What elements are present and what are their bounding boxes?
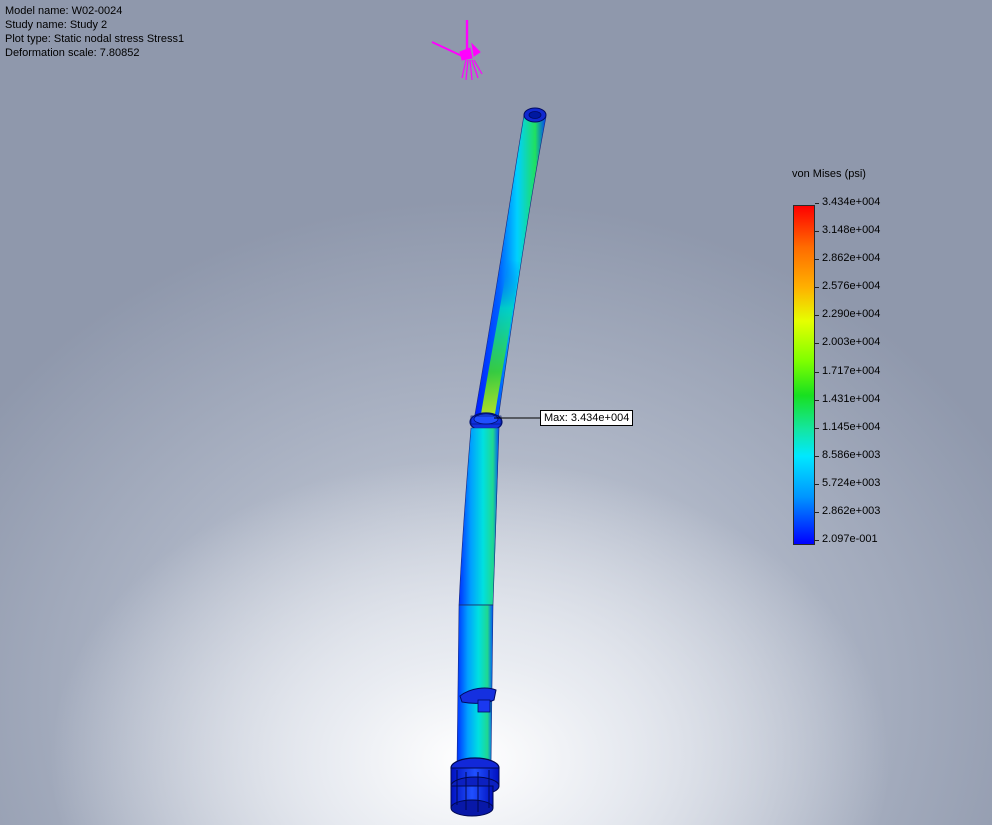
legend-tick-label: 1.145e+004 [822, 420, 881, 433]
legend-tick-label: 2.576e+004 [822, 280, 881, 293]
legend-tick-mark [815, 483, 819, 485]
legend-colorbar [793, 205, 815, 545]
load-arrows-icon[interactable] [431, 20, 483, 81]
legend-tick-label: 2.862e+003 [822, 504, 881, 517]
legend-tick-mark [815, 427, 819, 429]
legend-tick-label: 3.434e+004 [822, 196, 881, 208]
legend-tick-label: 1.717e+004 [822, 364, 881, 377]
legend-tick-mark [815, 455, 819, 457]
legend-tick-label: 5.724e+003 [822, 476, 881, 489]
legend-tick-label: 2.290e+004 [822, 308, 881, 321]
legend-tick-mark [815, 231, 819, 233]
legend-tick-label: 2.003e+004 [822, 336, 881, 349]
legend-tick-mark [815, 511, 819, 513]
legend-tick-label: 3.148e+004 [822, 224, 881, 237]
base-fixture [450, 757, 500, 817]
legend-tick-mark [815, 343, 819, 345]
legend-tick-mark [815, 399, 819, 401]
legend-tick-mark [815, 287, 819, 289]
legend-tick-mark [815, 203, 819, 204]
graphics-viewport[interactable]: Model name: W02-0024 Study name: Study 2… [0, 0, 992, 825]
legend-tick-label: 1.431e+004 [822, 392, 881, 405]
max-stress-label: Max: 3.434e+004 [540, 410, 634, 426]
legend-tick-label: 2.097e-001 [822, 533, 878, 545]
legend-title: von Mises (psi) [792, 168, 866, 180]
legend-tick-label: 8.586e+003 [822, 448, 881, 461]
legend-tick-label: 2.862e+004 [822, 252, 881, 265]
stress-legend[interactable]: von Mises (psi) 3.434e+004 3.148e+004 2.86… [790, 168, 950, 548]
legend-tick-mark [815, 315, 819, 317]
lower-tube [456, 427, 500, 766]
legend-tick-mark [815, 540, 819, 541]
legend-tick-mark [815, 371, 819, 373]
upper-tube [473, 107, 547, 421]
legend-tick-mark [815, 259, 819, 261]
